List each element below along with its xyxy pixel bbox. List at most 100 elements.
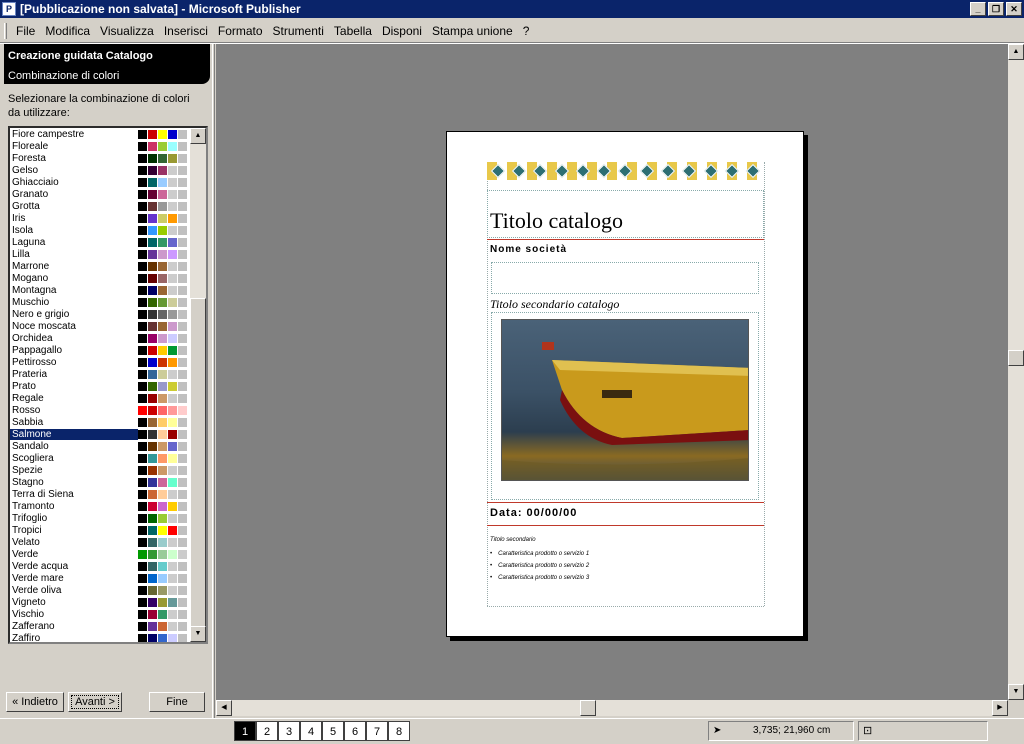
vertical-scrollbar[interactable]: ▲ ▼ xyxy=(1008,44,1024,700)
address-frame[interactable] xyxy=(491,262,759,294)
next-button[interactable]: Avanti > xyxy=(68,692,122,712)
page-tab-8[interactable]: 8 xyxy=(388,721,410,741)
list-item[interactable]: Sandalo xyxy=(10,440,206,452)
list-item[interactable]: Verde acqua xyxy=(10,560,206,572)
scroll-up-icon[interactable]: ▲ xyxy=(1008,44,1024,60)
color-swatch xyxy=(178,273,187,283)
list-item[interactable]: Prato xyxy=(10,380,206,392)
publisher-app-icon[interactable]: P xyxy=(2,2,16,16)
date-text[interactable]: Data: 00/00/00 xyxy=(490,507,577,519)
wizard-step[interactable]: Combinazione di colori xyxy=(8,70,119,82)
vertical-scroll-thumb[interactable] xyxy=(1008,350,1024,366)
list-item[interactable]: Trifoglio xyxy=(10,512,206,524)
decorative-border[interactable] xyxy=(487,162,764,180)
list-item[interactable]: Regale xyxy=(10,392,206,404)
list-item[interactable]: Gelso xyxy=(10,164,206,176)
company-name[interactable]: Nome società xyxy=(490,244,567,255)
list-item[interactable]: Prateria xyxy=(10,368,206,380)
list-item[interactable]: Salmone xyxy=(10,428,206,440)
list-item[interactable]: Noce moscata xyxy=(10,320,206,332)
menu-inserisci[interactable]: Inserisci xyxy=(159,22,213,40)
list-item[interactable]: Scogliera xyxy=(10,452,206,464)
page-tab-3[interactable]: 3 xyxy=(278,721,300,741)
list-item[interactable]: Verde mare xyxy=(10,572,206,584)
minimize-button[interactable]: _ xyxy=(970,2,986,16)
menu-disponi[interactable]: Disponi xyxy=(377,22,427,40)
list-item[interactable]: Terra di Siena xyxy=(10,488,206,500)
list-scrollbar[interactable]: ▲ ▼ xyxy=(190,128,206,642)
list-item[interactable]: Tropici xyxy=(10,524,206,536)
list-item[interactable]: Laguna xyxy=(10,236,206,248)
list-item[interactable]: Pettirosso xyxy=(10,356,206,368)
list-item[interactable]: Lilla xyxy=(10,248,206,260)
page-tab-1[interactable]: 1 xyxy=(234,721,256,741)
list-item[interactable]: Grotta xyxy=(10,200,206,212)
list-item[interactable]: Rosso xyxy=(10,404,206,416)
finish-button[interactable]: Fine xyxy=(149,692,205,712)
catalog-title[interactable]: Titolo catalogo xyxy=(490,208,623,234)
menu-file[interactable]: File xyxy=(11,22,40,40)
scroll-down-icon[interactable]: ▼ xyxy=(1008,684,1024,700)
horizontal-scrollbar[interactable]: ◀ ▶ xyxy=(216,700,1008,716)
list-item[interactable]: Spezie xyxy=(10,464,206,476)
back-button[interactable]: « Indietro xyxy=(6,692,64,712)
scroll-up-icon[interactable]: ▲ xyxy=(190,128,206,144)
list-scroll-thumb[interactable] xyxy=(190,298,206,628)
list-item[interactable]: Caratteristica prodotto o servizio 2 xyxy=(490,560,589,572)
list-item[interactable]: Vigneto xyxy=(10,596,206,608)
list-item[interactable]: Sabbia xyxy=(10,416,206,428)
boat-photo[interactable] xyxy=(501,319,749,481)
list-item[interactable]: Verde oliva xyxy=(10,584,206,596)
list-item[interactable]: Mogano xyxy=(10,272,206,284)
page-tab-7[interactable]: 7 xyxy=(366,721,388,741)
list-item[interactable]: Foresta xyxy=(10,152,206,164)
list-item[interactable]: Zafferano xyxy=(10,620,206,632)
scroll-right-icon[interactable]: ▶ xyxy=(992,700,1008,716)
list-item[interactable]: Caratteristica prodotto o servizio 1 xyxy=(490,548,589,560)
list-item[interactable]: Muschio xyxy=(10,296,206,308)
list-item[interactable]: Stagno xyxy=(10,476,206,488)
list-item[interactable]: Verde xyxy=(10,548,206,560)
list-item[interactable]: Marrone xyxy=(10,260,206,272)
page-tab-5[interactable]: 5 xyxy=(322,721,344,741)
color-scheme-list[interactable]: Fiore campestre Floreale Foresta Gelso Ghiac… xyxy=(8,126,208,644)
page-tab-2[interactable]: 2 xyxy=(256,721,278,741)
list-item[interactable]: Caratteristica prodotto o servizio 3 xyxy=(490,572,589,584)
list-item[interactable]: Montagna xyxy=(10,284,206,296)
menu-grip[interactable] xyxy=(4,23,7,39)
list-item[interactable]: Tramonto xyxy=(10,500,206,512)
menu-stampa-unione[interactable]: Stampa unione xyxy=(427,22,518,40)
list-item[interactable]: Ghiacciaio xyxy=(10,176,206,188)
page-tab-4[interactable]: 4 xyxy=(300,721,322,741)
list-item[interactable]: Zaffiro xyxy=(10,632,206,642)
list-item[interactable]: Nero e grigio xyxy=(10,308,206,320)
list-item[interactable]: Pappagallo xyxy=(10,344,206,356)
menu-visualizza[interactable]: Visualizza xyxy=(95,22,159,40)
close-button[interactable]: ✕ xyxy=(1006,2,1022,16)
menu-help[interactable]: ? xyxy=(518,22,535,40)
scroll-down-icon[interactable]: ▼ xyxy=(190,626,206,642)
catalog-page[interactable]: Titolo catalogo Nome società Titolo seco… xyxy=(446,131,804,637)
list-item[interactable]: Orchidea xyxy=(10,332,206,344)
secondary-title[interactable]: Titolo secondario xyxy=(490,537,536,543)
list-item[interactable]: Fiore campestre xyxy=(10,128,206,140)
list-item[interactable]: Iris xyxy=(10,212,206,224)
list-item[interactable]: Velato xyxy=(10,536,206,548)
list-item[interactable]: Granato xyxy=(10,188,206,200)
page-tab-6[interactable]: 6 xyxy=(344,721,366,741)
menu-tabella[interactable]: Tabella xyxy=(329,22,377,40)
menu-formato[interactable]: Formato xyxy=(213,22,268,40)
pane-splitter[interactable] xyxy=(212,44,215,720)
menu-strumenti[interactable]: Strumenti xyxy=(268,22,329,40)
document-workspace[interactable]: Titolo catalogo Nome società Titolo seco… xyxy=(216,44,1008,700)
horizontal-scroll-thumb[interactable] xyxy=(580,700,596,716)
restore-button[interactable]: ❐ xyxy=(988,2,1004,16)
scroll-left-icon[interactable]: ◀ xyxy=(216,700,232,716)
list-item[interactable]: Vischio xyxy=(10,608,206,620)
feature-list[interactable]: Caratteristica prodotto o servizio 1 Car… xyxy=(490,548,589,584)
menu-modifica[interactable]: Modifica xyxy=(40,22,95,40)
color-swatch xyxy=(178,549,187,559)
catalog-subtitle[interactable]: Titolo secondario catalogo xyxy=(490,297,619,312)
list-item[interactable]: Isola xyxy=(10,224,206,236)
list-item[interactable]: Floreale xyxy=(10,140,206,152)
